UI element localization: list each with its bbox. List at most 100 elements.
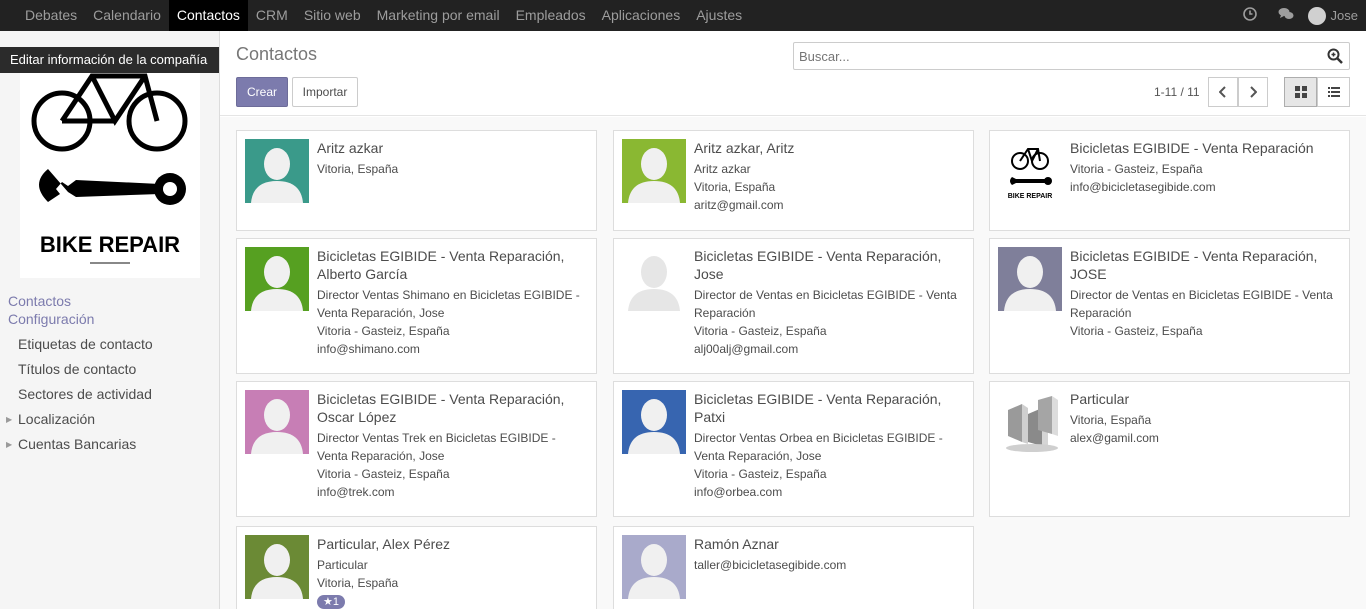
badge-count: 1 (332, 596, 339, 608)
user-name: Jose (1330, 8, 1358, 23)
contact-card[interactable]: Particular, Alex Pérez Particular Vitori… (236, 526, 597, 609)
page-title: Contactos (236, 44, 318, 64)
contact-avatar (245, 247, 309, 311)
contact-avatar (622, 139, 686, 203)
contact-avatar (245, 535, 309, 599)
menu-marketing-email[interactable]: Marketing por email (369, 0, 508, 31)
contact-email: alj00alj@gmail.com (694, 342, 799, 356)
contact-card[interactable]: Aritz azkar Vitoria, España (236, 130, 597, 231)
chat-icon[interactable] (1268, 7, 1304, 24)
control-panel: Contactos Crear Importar 1-11 / 11 (220, 31, 1366, 116)
sidebar: Editar información de la compañía BIKE R… (0, 31, 220, 609)
menu-sitio-web[interactable]: Sitio web (296, 0, 369, 31)
clock-icon[interactable] (1232, 7, 1268, 24)
contact-name: Bicicletas EGIBIDE - Venta Reparación (1070, 140, 1314, 156)
pager-next-button[interactable] (1238, 77, 1268, 107)
contact-name: Bicicletas EGIBIDE - Venta Reparación, J… (1070, 248, 1318, 282)
contact-detail: Vitoria - Gasteiz, España (1070, 162, 1203, 176)
contact-name: Bicicletas EGIBIDE - Venta Reparación, P… (694, 391, 942, 425)
contact-card[interactable]: Particular Vitoria, España alex@gamil.co… (989, 381, 1350, 517)
menu-calendario[interactable]: Calendario (85, 0, 169, 31)
pager-previous-button[interactable] (1208, 77, 1238, 107)
create-button[interactable]: Crear (236, 77, 288, 107)
contact-avatar (245, 139, 309, 203)
top-navbar: Debates Calendario Contactos CRM Sitio w… (0, 0, 1366, 31)
contact-detail: Vitoria, España (317, 162, 399, 176)
contact-card[interactable]: Aritz azkar, Aritz Aritz azkar Vitoria, … (613, 130, 974, 231)
contact-name: Bicicletas EGIBIDE - Venta Reparación, J… (694, 248, 942, 282)
sidebar-item-localizacion[interactable]: Localización (18, 411, 95, 427)
contact-card[interactable]: Bicicletas EGIBIDE - Venta Reparación, A… (236, 238, 597, 374)
search-input[interactable] (794, 43, 1314, 69)
contact-detail: Vitoria, España (317, 576, 399, 590)
contact-detail: Vitoria - Gasteiz, España (1070, 324, 1203, 338)
star-badge[interactable]: ★1 (317, 595, 345, 609)
contact-name: Aritz azkar, Aritz (694, 140, 795, 156)
contact-detail: Vitoria, España (694, 180, 776, 194)
contact-name: Ramón Aznar (694, 536, 779, 552)
contact-card[interactable]: Bicicletas EGIBIDE - Venta Reparación, J… (613, 238, 974, 374)
contact-avatar (622, 247, 686, 311)
sidebar-item-cuentas[interactable]: Cuentas Bancarias (18, 436, 136, 452)
logo-text: BIKE REPAIR (40, 232, 180, 257)
star-icon: ★ (323, 596, 333, 608)
contact-email: info@orbea.com (694, 485, 783, 499)
contact-card[interactable]: Bicicletas EGIBIDE - Venta Reparación, P… (613, 381, 974, 517)
user-menu[interactable]: Jose (1304, 6, 1358, 25)
search-icon[interactable] (1327, 48, 1343, 64)
section-configuracion[interactable]: Configuración (8, 311, 94, 327)
contact-email: aritz@gmail.com (694, 198, 784, 212)
contact-detail: Aritz azkar (694, 162, 751, 176)
import-button[interactable]: Importar (292, 77, 358, 107)
contact-name: Particular, Alex Pérez (317, 536, 451, 552)
menu-debates[interactable]: Debates (0, 0, 85, 31)
chevron-left-icon (1218, 86, 1226, 98)
contact-email: taller@bicicletasegibide.com (694, 558, 847, 572)
contact-detail: Particular (317, 558, 368, 572)
contact-card[interactable]: Bicicletas EGIBIDE - Venta Reparación, O… (236, 381, 597, 517)
sidebar-item-sectores[interactable]: Sectores de actividad (18, 386, 152, 402)
contact-avatar (622, 535, 686, 599)
company-logo[interactable]: BIKE REPAIR (20, 64, 200, 278)
menu-aplicaciones[interactable]: Aplicaciones (594, 0, 689, 31)
contact-card[interactable]: Bicicletas EGIBIDE - Venta Reparación, J… (989, 238, 1350, 374)
sidebar-item-titulos[interactable]: Títulos de contacto (18, 361, 136, 377)
contact-avatar (998, 247, 1062, 311)
caret-right-icon[interactable]: ▶ (6, 440, 12, 449)
pager-value[interactable]: 1-11 / 11 (1154, 85, 1200, 99)
contact-detail: Director de Ventas en Bicicletas EGIBIDE… (1070, 288, 1333, 320)
company-tooltip: Editar información de la compañía (0, 47, 219, 73)
caret-right-icon[interactable]: ▶ (6, 415, 12, 424)
building-icon (998, 390, 1062, 454)
menu-crm[interactable]: CRM (248, 0, 296, 31)
contact-email: alex@gamil.com (1070, 431, 1159, 445)
sidebar-item-etiquetas[interactable]: Etiquetas de contacto (18, 336, 153, 352)
contact-detail: Director Ventas Trek en Bicicletas EGIBI… (317, 431, 556, 463)
list-icon (1328, 87, 1340, 97)
main-menu: Debates Calendario Contactos CRM Sitio w… (0, 0, 750, 31)
menu-ajustes[interactable]: Ajustes (688, 0, 750, 31)
contact-card[interactable]: BIKE REPAIR Bicicletas EGIBIDE - Venta R… (989, 130, 1350, 231)
section-contactos[interactable]: Contactos (8, 293, 71, 309)
kanban-view-button[interactable] (1284, 77, 1317, 107)
contact-detail: Vitoria - Gasteiz, España (694, 324, 827, 338)
kanban-icon (1295, 86, 1307, 98)
contact-name: Aritz azkar (317, 140, 384, 156)
search-box[interactable] (793, 42, 1350, 70)
avatar (1307, 6, 1326, 25)
main-content: Contactos Crear Importar 1-11 / 11 (220, 31, 1366, 609)
contact-email: info@trek.com (317, 485, 395, 499)
menu-contactos[interactable]: Contactos (168, 0, 248, 31)
company-logo-avatar: BIKE REPAIR (998, 139, 1062, 203)
menu-empleados[interactable]: Empleados (508, 0, 594, 31)
contact-name: Particular (1070, 391, 1130, 407)
contact-avatar (622, 390, 686, 454)
contact-avatar (245, 390, 309, 454)
contact-card[interactable]: Ramón Aznar taller@bicicletasegibide.com (613, 526, 974, 609)
list-view-button[interactable] (1317, 77, 1350, 107)
kanban-view: Aritz azkar Vitoria, España Aritz azkar,… (220, 117, 1366, 609)
svg-text:BIKE REPAIR: BIKE REPAIR (1008, 193, 1053, 200)
chevron-right-icon (1250, 86, 1258, 98)
contact-detail: Vitoria - Gasteiz, España (317, 467, 450, 481)
contact-detail: Director Ventas Shimano en Bicicletas EG… (317, 288, 580, 320)
